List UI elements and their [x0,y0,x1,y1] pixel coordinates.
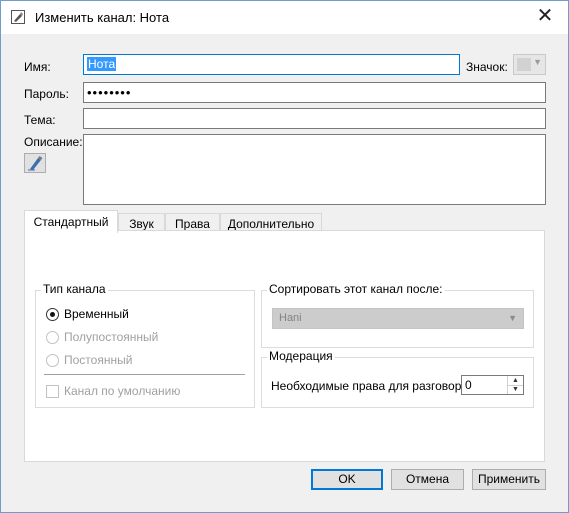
name-label: Имя: [24,60,51,74]
talk-power-spinner[interactable]: 0 ▲ ▼ [461,375,524,395]
channel-edit-icon [11,10,25,24]
apply-button[interactable]: Применить [472,469,546,490]
title-bar: Изменить канал: Нота ✕ [1,1,568,34]
cancel-button[interactable]: Отмена [391,469,464,490]
icon-select[interactable]: ▼ [513,54,546,75]
radio-selected-dot [50,312,55,317]
tab-standard-label: Стандартный [33,215,109,229]
description-edit-button[interactable] [24,153,46,173]
password-input[interactable]: •••••••• [83,82,546,103]
name-input-value: Нота [87,57,117,71]
group-divider [44,374,245,375]
radio-semi-permanent[interactable] [46,331,59,344]
radio-permanent-label: Постоянный [64,353,133,367]
sort-after-value: Hani [279,312,302,324]
password-input-value: •••••••• [87,85,132,100]
radio-temporary-label: Временный [64,307,129,321]
window-title: Изменить канал: Нота [35,10,170,25]
chevron-down-icon: ▼ [533,57,542,67]
spinner-buttons: ▲ ▼ [507,376,523,394]
radio-semi-permanent-label: Полупостоянный [64,330,159,344]
topic-label: Тема: [24,113,56,127]
tab-permissions-label: Права [175,217,210,231]
close-icon: ✕ [536,5,554,27]
tab-standard[interactable]: Стандартный [24,210,118,233]
icon-preview [517,58,531,71]
talk-power-value: 0 [465,378,472,392]
pen-edit-icon [28,156,43,171]
dialog-body: Имя: Нота Значок: ▼ Пароль: •••••••• Тем… [1,34,568,512]
tab-sound-label: Звук [129,217,154,231]
description-textarea[interactable] [83,134,546,205]
chevron-down-icon: ▼ [508,313,517,323]
spin-down-icon[interactable]: ▼ [508,385,523,394]
sort-title: Сортировать этот канал после: [267,282,445,296]
channel-type-title: Тип канала [41,282,108,296]
topic-input[interactable] [83,108,546,129]
radio-temporary[interactable] [46,308,59,321]
sort-after-select[interactable]: Hani ▼ [272,308,524,329]
default-channel-label: Канал по умолчанию [64,384,181,398]
icon-label: Значок: [466,60,508,74]
radio-permanent[interactable] [46,354,59,367]
name-input[interactable]: Нота [83,54,460,75]
default-channel-checkbox[interactable] [46,385,59,398]
tab-advanced-label: Дополнительно [227,217,315,231]
password-label: Пароль: [24,87,69,101]
edit-channel-dialog: Изменить канал: Нота ✕ Имя: Нота Значок:… [0,0,569,513]
moderation-title: Модерация [267,349,335,363]
ok-button[interactable]: OK [311,469,383,490]
talk-power-label: Необходимые права для разговора: [271,379,472,393]
tab-panel-standard: Тип канала Временный Полупостоянный Пост… [24,230,545,462]
close-button[interactable]: ✕ [522,1,568,31]
description-label: Описание: [24,135,83,149]
